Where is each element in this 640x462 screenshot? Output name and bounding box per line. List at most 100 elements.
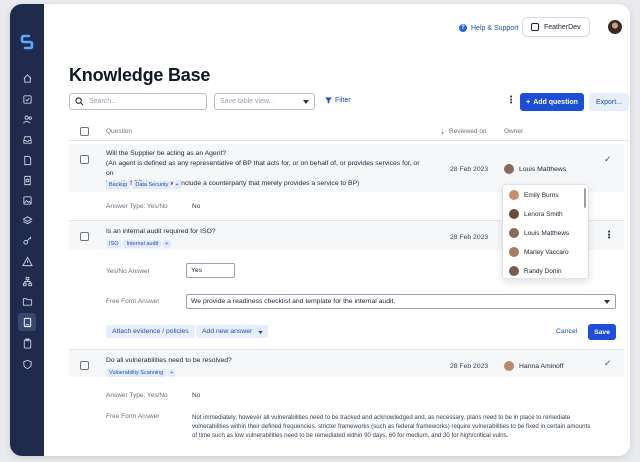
dropdown-item[interactable]: Marley Vaccaro [509,247,569,257]
tag-list: ISO Internal audit + [106,240,173,248]
users-icon[interactable] [20,112,34,126]
dropdown-item[interactable]: Louis Matthews [509,228,569,238]
knowledge-base-icon[interactable] [18,313,36,331]
chevron-down-icon [258,331,263,334]
tag-list: Backup Data Security + [106,181,183,189]
search-icon [75,97,84,106]
search-document-icon[interactable] [20,173,34,187]
avatar [504,361,514,371]
dropdown-item-label: Randy Donin [524,267,562,275]
image-icon[interactable] [20,193,34,207]
owner-name: Hanna Aminoff [519,362,564,370]
freeform-label: Free Form Answer [106,413,160,420]
cancel-button[interactable]: Cancel [556,328,577,335]
attach-evidence-button[interactable]: Attach evidence / policies [106,325,195,338]
dropdown-item-label: Lenora Smith [524,210,563,218]
yesno-label: Yes/No Answer [106,268,150,275]
filter-button[interactable]: Filter [325,97,351,104]
shield-icon[interactable] [20,357,34,371]
question-detail: (An agent is defined as any representati… [106,160,420,177]
question-title: Is an internal audit required for ISO? [106,228,216,235]
search-input[interactable] [89,98,199,105]
table-row: Do all vulnerabilities need to be resolv… [69,349,624,449]
sidebar [10,4,44,456]
row-more-icon[interactable]: ⋮ [604,230,614,241]
checkmark-icon[interactable]: ✓ [604,358,612,369]
answer-value: No [192,203,201,210]
add-tag-icon[interactable]: + [168,369,176,377]
toolbar: Save table view... Filter ⋮ + Add questi… [69,93,630,111]
search-box [69,93,207,110]
tag[interactable]: ISO [106,240,122,248]
table-header: Question ⇣ Reviewed on Owner [69,124,630,141]
checkmark-icon[interactable]: ✓ [604,154,612,165]
clipboard-icon[interactable] [20,336,34,350]
dropdown-scrollbar[interactable] [584,188,586,208]
key-icon[interactable] [20,233,34,247]
owner[interactable]: Louis Matthews [504,164,566,174]
add-tag-icon[interactable]: + [173,181,181,189]
freeform-label: Free Form Answer [106,298,160,305]
freeform-line: vulnerabilities within their defined fre… [192,423,591,430]
page-title: Knowledge Base [69,65,211,85]
help-label: Help & Support [471,24,519,32]
save-button[interactable]: Save [588,324,616,340]
help-support-link[interactable]: ? Help & Support [459,24,518,32]
main-content: ? Help & Support FeatherDev Knowledge Ba… [44,4,630,456]
column-question: Question [106,128,133,135]
reviewed-date: 28 Feb 2023 [450,363,489,370]
tag[interactable]: Vulnerability Scanning [106,369,167,377]
more-options-icon[interactable]: ⋮ [506,96,516,106]
dropdown-item[interactable]: Emily Burns [509,190,559,200]
folder-icon[interactable] [20,294,34,308]
tag[interactable]: Backup [106,181,131,189]
freeform-select[interactable]: We provide a readiness checklist and tem… [186,294,616,309]
hierarchy-icon[interactable] [20,274,34,288]
filter-label: Filter [335,97,351,104]
row-checkbox[interactable] [80,232,89,241]
sort-icon[interactable]: ⇣ [440,128,445,136]
chevron-down-icon [604,300,610,304]
avatar [509,228,519,238]
dropdown-item-label: Louis Matthews [524,229,570,237]
answer-type-label: Answer Type: Yes/No [106,203,168,210]
yesno-input[interactable]: Yes [186,263,235,278]
tag-list: Vulnerability Scanning + [106,369,177,377]
org-switcher[interactable]: FeatherDev [522,17,590,37]
avatar [509,266,519,276]
export-button[interactable]: Export... [589,93,629,111]
dropdown-item-label: Marley Vaccaro [524,248,569,256]
dropdown-item[interactable]: Lenora Smith [509,209,563,219]
add-question-label: Add question [533,98,578,106]
home-icon[interactable] [20,71,34,85]
tag[interactable]: Internal audit [123,240,162,248]
freeform-line: of time such as low vulnerabilities need… [192,432,509,439]
owner-name: Louis Matthews [519,165,567,173]
reviewed-date: 28 Feb 2023 [450,234,489,241]
inbox-icon[interactable] [20,132,34,146]
top-bar: ? Help & Support FeatherDev [44,4,630,48]
owner[interactable]: Hanna Aminoff [504,361,563,371]
checklist-icon[interactable] [20,92,34,106]
document-icon[interactable] [20,153,34,167]
row-checkbox[interactable] [80,361,89,370]
save-view-select[interactable]: Save table view... [214,93,315,110]
freeform-value: We provide a readiness checklist and tem… [191,298,396,305]
tag[interactable]: Data Security [132,181,172,189]
add-new-answer-button[interactable]: Add new answer [196,325,269,338]
help-icon: ? [459,24,467,32]
warning-icon[interactable] [20,254,34,268]
row-checkbox[interactable] [80,155,89,164]
dropdown-item-label: Emily Burns [524,191,559,199]
user-avatar[interactable] [608,20,622,34]
answer-type-label: Answer Type: Yes/No [106,392,168,399]
avatar [509,190,519,200]
add-tag-icon[interactable]: + [163,240,171,248]
column-reviewed-on[interactable]: Reviewed on [449,128,487,135]
select-all-checkbox[interactable] [80,127,89,136]
org-name: FeatherDev [544,23,581,31]
dropdown-item[interactable]: Randy Donin [509,266,562,276]
add-question-button[interactable]: + Add question [520,93,584,111]
layers-icon[interactable] [20,213,34,227]
question-title: Do all vulnerabilities need to be resolv… [106,357,232,364]
